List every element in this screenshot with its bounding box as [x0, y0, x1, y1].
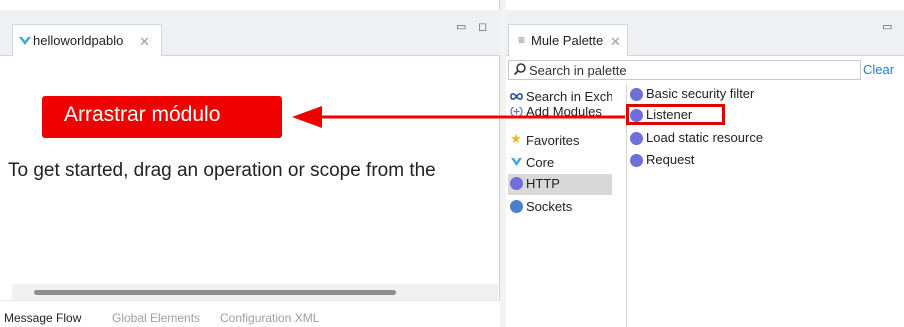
maximize-icon[interactable]: ◻ [478, 20, 487, 33]
scrollbar-thumb[interactable] [34, 290, 396, 295]
minimize-icon[interactable]: ▭ [882, 20, 892, 33]
search-input[interactable] [529, 62, 849, 78]
plus-circle-icon [510, 107, 523, 118]
exchange-icon [510, 93, 523, 100]
search-icon [513, 63, 526, 76]
category-search-in-exchange[interactable]: Search in Exchange [508, 87, 612, 108]
tab-configuration-xml[interactable]: Configuration XML [220, 311, 319, 325]
close-icon[interactable]: ✕ [610, 34, 621, 50]
http-operation-icon [630, 154, 643, 167]
palette-search[interactable] [508, 60, 861, 80]
studio-window: helloworldpablo ✕ ▭ ◻ To get started, dr… [0, 0, 904, 327]
category-core[interactable]: Core [508, 153, 612, 174]
flow-editor: helloworldpablo ✕ ▭ ◻ To get started, dr… [0, 0, 500, 327]
close-icon[interactable]: ✕ [139, 34, 150, 50]
http-operation-icon [630, 132, 643, 145]
http-operation-icon [630, 88, 643, 101]
canvas-hint: To get started, drag an operation or sco… [8, 160, 436, 181]
palette-tab-label: Mule Palette [531, 33, 604, 48]
editor-tab-bar: helloworldpablo ✕ ▭ ◻ [0, 10, 500, 56]
mule-flow-icon [19, 37, 31, 45]
category-sockets[interactable]: Sockets [508, 197, 612, 218]
listener-highlight-box [626, 104, 725, 125]
drag-module-callout: Arrastrar módulo [42, 96, 282, 138]
list-icon: ≡ [518, 33, 526, 47]
editor-bottom-tabs: Message Flow Global Elements Configurati… [0, 300, 500, 327]
mule-icon [511, 158, 522, 166]
mule-palette: ≡ Mule Palette ✕ ▭ Clear Search in Excha… [506, 0, 904, 327]
category-label: Search in Exchange [526, 89, 612, 104]
tab-message-flow[interactable]: Message Flow [4, 311, 81, 325]
operation-label: Load static resource [646, 130, 764, 145]
editor-tab[interactable]: helloworldpablo ✕ [12, 24, 162, 56]
star-icon: ★ [510, 131, 522, 146]
category-label: HTTP [526, 176, 560, 191]
category-label: Core [526, 155, 555, 170]
category-label: Sockets [526, 199, 573, 214]
category-label: Favorites [526, 133, 580, 148]
minimize-icon[interactable]: ▭ [456, 20, 466, 33]
callout-text: Arrastrar módulo [64, 103, 221, 126]
sockets-icon [510, 200, 523, 213]
clear-search-link[interactable]: Clear [863, 62, 894, 77]
http-icon [510, 177, 523, 190]
category-add-modules[interactable]: Add Modules [508, 107, 612, 121]
palette-tab-bar: ≡ Mule Palette ✕ ▭ [506, 10, 904, 56]
operation-label: Basic security filter [646, 86, 755, 101]
operation-label: Request [646, 152, 695, 167]
category-label: Add Modules [526, 107, 602, 119]
tab-global-elements[interactable]: Global Elements [112, 311, 200, 325]
palette-tab[interactable]: ≡ Mule Palette ✕ [508, 24, 628, 56]
horizontal-scrollbar[interactable] [12, 284, 498, 300]
category-favorites[interactable]: ★ Favorites [508, 131, 612, 152]
editor-tab-label: helloworldpablo [33, 33, 124, 48]
category-http[interactable]: HTTP [508, 174, 612, 195]
